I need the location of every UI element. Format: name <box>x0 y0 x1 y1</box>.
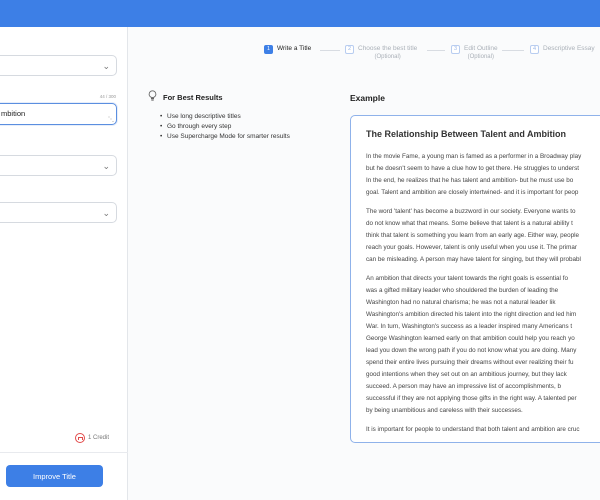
step-label: Write a Title <box>277 45 312 52</box>
step-edit-outline[interactable]: 3 Edit Outline (Optional) <box>451 45 498 61</box>
resize-handle-icon[interactable]: ⋱ <box>108 117 114 123</box>
select-field-2[interactable]: ⌄ <box>0 155 117 176</box>
step-choose-title[interactable]: 2 Choose the best title (Optional) <box>345 45 417 61</box>
step-connector <box>320 50 340 51</box>
step-connector <box>427 50 445 51</box>
essay-paragraph: In the movie Fame, a young man is famed … <box>366 151 600 199</box>
title-input-value: mbition <box>1 109 26 118</box>
credit-icon <box>75 433 85 443</box>
step-label-text: Choose the best title <box>358 45 418 52</box>
tips-list: Use long descriptive titles Go through e… <box>160 112 290 142</box>
essay-line: Washington's ambition directed his talen… <box>366 311 577 318</box>
essay-line: In the movie Fame, a young man is famed … <box>366 153 582 160</box>
essay-line: succeed. A person may have an impressive… <box>366 383 561 390</box>
lightbulb-icon <box>148 90 157 101</box>
essay-line: spend their entire lives pursuing their … <box>366 359 574 366</box>
essay-line: was a gifted military leader who shoulde… <box>366 287 559 294</box>
essay-line: good intentions when they set out on an … <box>366 371 567 378</box>
step-number: 3 <box>451 45 460 54</box>
character-counter: 44 / 300 <box>99 94 116 99</box>
example-heading: Example <box>350 93 385 103</box>
essay-line: In the end, he realizes that he has tale… <box>366 177 574 184</box>
select-field-3[interactable]: ⌄ <box>0 202 117 223</box>
step-number: 2 <box>345 45 354 54</box>
select-field-1[interactable]: ⌄ <box>0 55 117 76</box>
chevron-down-icon: ⌄ <box>102 61 110 71</box>
essay-line: War. In turn, Washington's success as a … <box>366 323 573 330</box>
step-label-text: Edit Outline <box>464 45 498 52</box>
essay-line: George Washington learned early on that … <box>366 335 575 342</box>
essay-body: In the movie Fame, a young man is famed … <box>366 151 600 442</box>
essay-line: It is important for people to understand… <box>366 426 580 433</box>
title-input[interactable]: mbition ⋱ <box>0 103 117 125</box>
step-sublabel: (Optional) <box>374 54 401 60</box>
credit-indicator: 1 Credit <box>75 433 109 443</box>
chevron-down-icon: ⌄ <box>102 161 110 171</box>
step-number: 1 <box>264 45 273 54</box>
essay-line: by being unambitious and careless with t… <box>366 407 523 414</box>
chevron-down-icon: ⌄ <box>102 208 110 218</box>
left-panel: ⌄ 44 / 300 mbition ⋱ ⌄ ⌄ 1 Credit Improv… <box>0 27 128 500</box>
tips-title: For Best Results <box>163 93 223 102</box>
step-number: 4 <box>530 45 539 54</box>
credit-label: 1 Credit <box>88 435 110 441</box>
divider <box>0 452 128 453</box>
essay-line: think that talent is something you learn… <box>366 232 580 239</box>
step-descriptive-essay[interactable]: 4 Descriptive Essay <box>530 45 595 54</box>
improve-title-button[interactable]: Improve Title <box>6 465 103 487</box>
essay-line: but he doesn't seem to have a clue how t… <box>366 165 579 172</box>
tip-item: Use long descriptive titles <box>160 112 290 122</box>
tip-item: Go through every step <box>160 122 290 132</box>
essay-line: The word 'talent' has become a buzzword … <box>366 208 576 215</box>
essay-title: The Relationship Between Talent and Ambi… <box>366 129 567 139</box>
essay-line: lead you down the wrong path if you do n… <box>366 347 577 354</box>
tip-item: Use Supercharge Mode for smarter results <box>160 132 290 142</box>
step-connector <box>502 50 524 51</box>
essay-paragraph: It is important for people to understand… <box>366 424 600 436</box>
essay-line: goal. Talent and ambition are closely in… <box>366 189 579 196</box>
essay-line: do not know what that means. Some believ… <box>366 220 573 227</box>
essay-line: Washington had no natural charisma; he w… <box>366 299 556 306</box>
essay-line: successful if they are not applying thos… <box>366 395 577 402</box>
step-label: Edit Outline (Optional) <box>464 45 498 61</box>
essay-paragraph: The word 'talent' has become a buzzword … <box>366 206 600 266</box>
essay-paragraph: An ambition that directs your talent tow… <box>366 273 600 417</box>
step-write-title[interactable]: 1 Write a Title <box>264 45 311 54</box>
essay-line: An ambition that directs your talent tow… <box>366 275 568 282</box>
essay-line: reach your goals. However, talent is onl… <box>366 244 577 251</box>
step-label: Choose the best title (Optional) <box>358 45 417 61</box>
essay-line: can be misleading. A person may have tal… <box>366 256 581 263</box>
step-sublabel: (Optional) <box>467 54 494 60</box>
top-bar <box>0 0 600 27</box>
example-card: The Relationship Between Talent and Ambi… <box>350 115 600 443</box>
step-label: Descriptive Essay <box>543 45 595 52</box>
